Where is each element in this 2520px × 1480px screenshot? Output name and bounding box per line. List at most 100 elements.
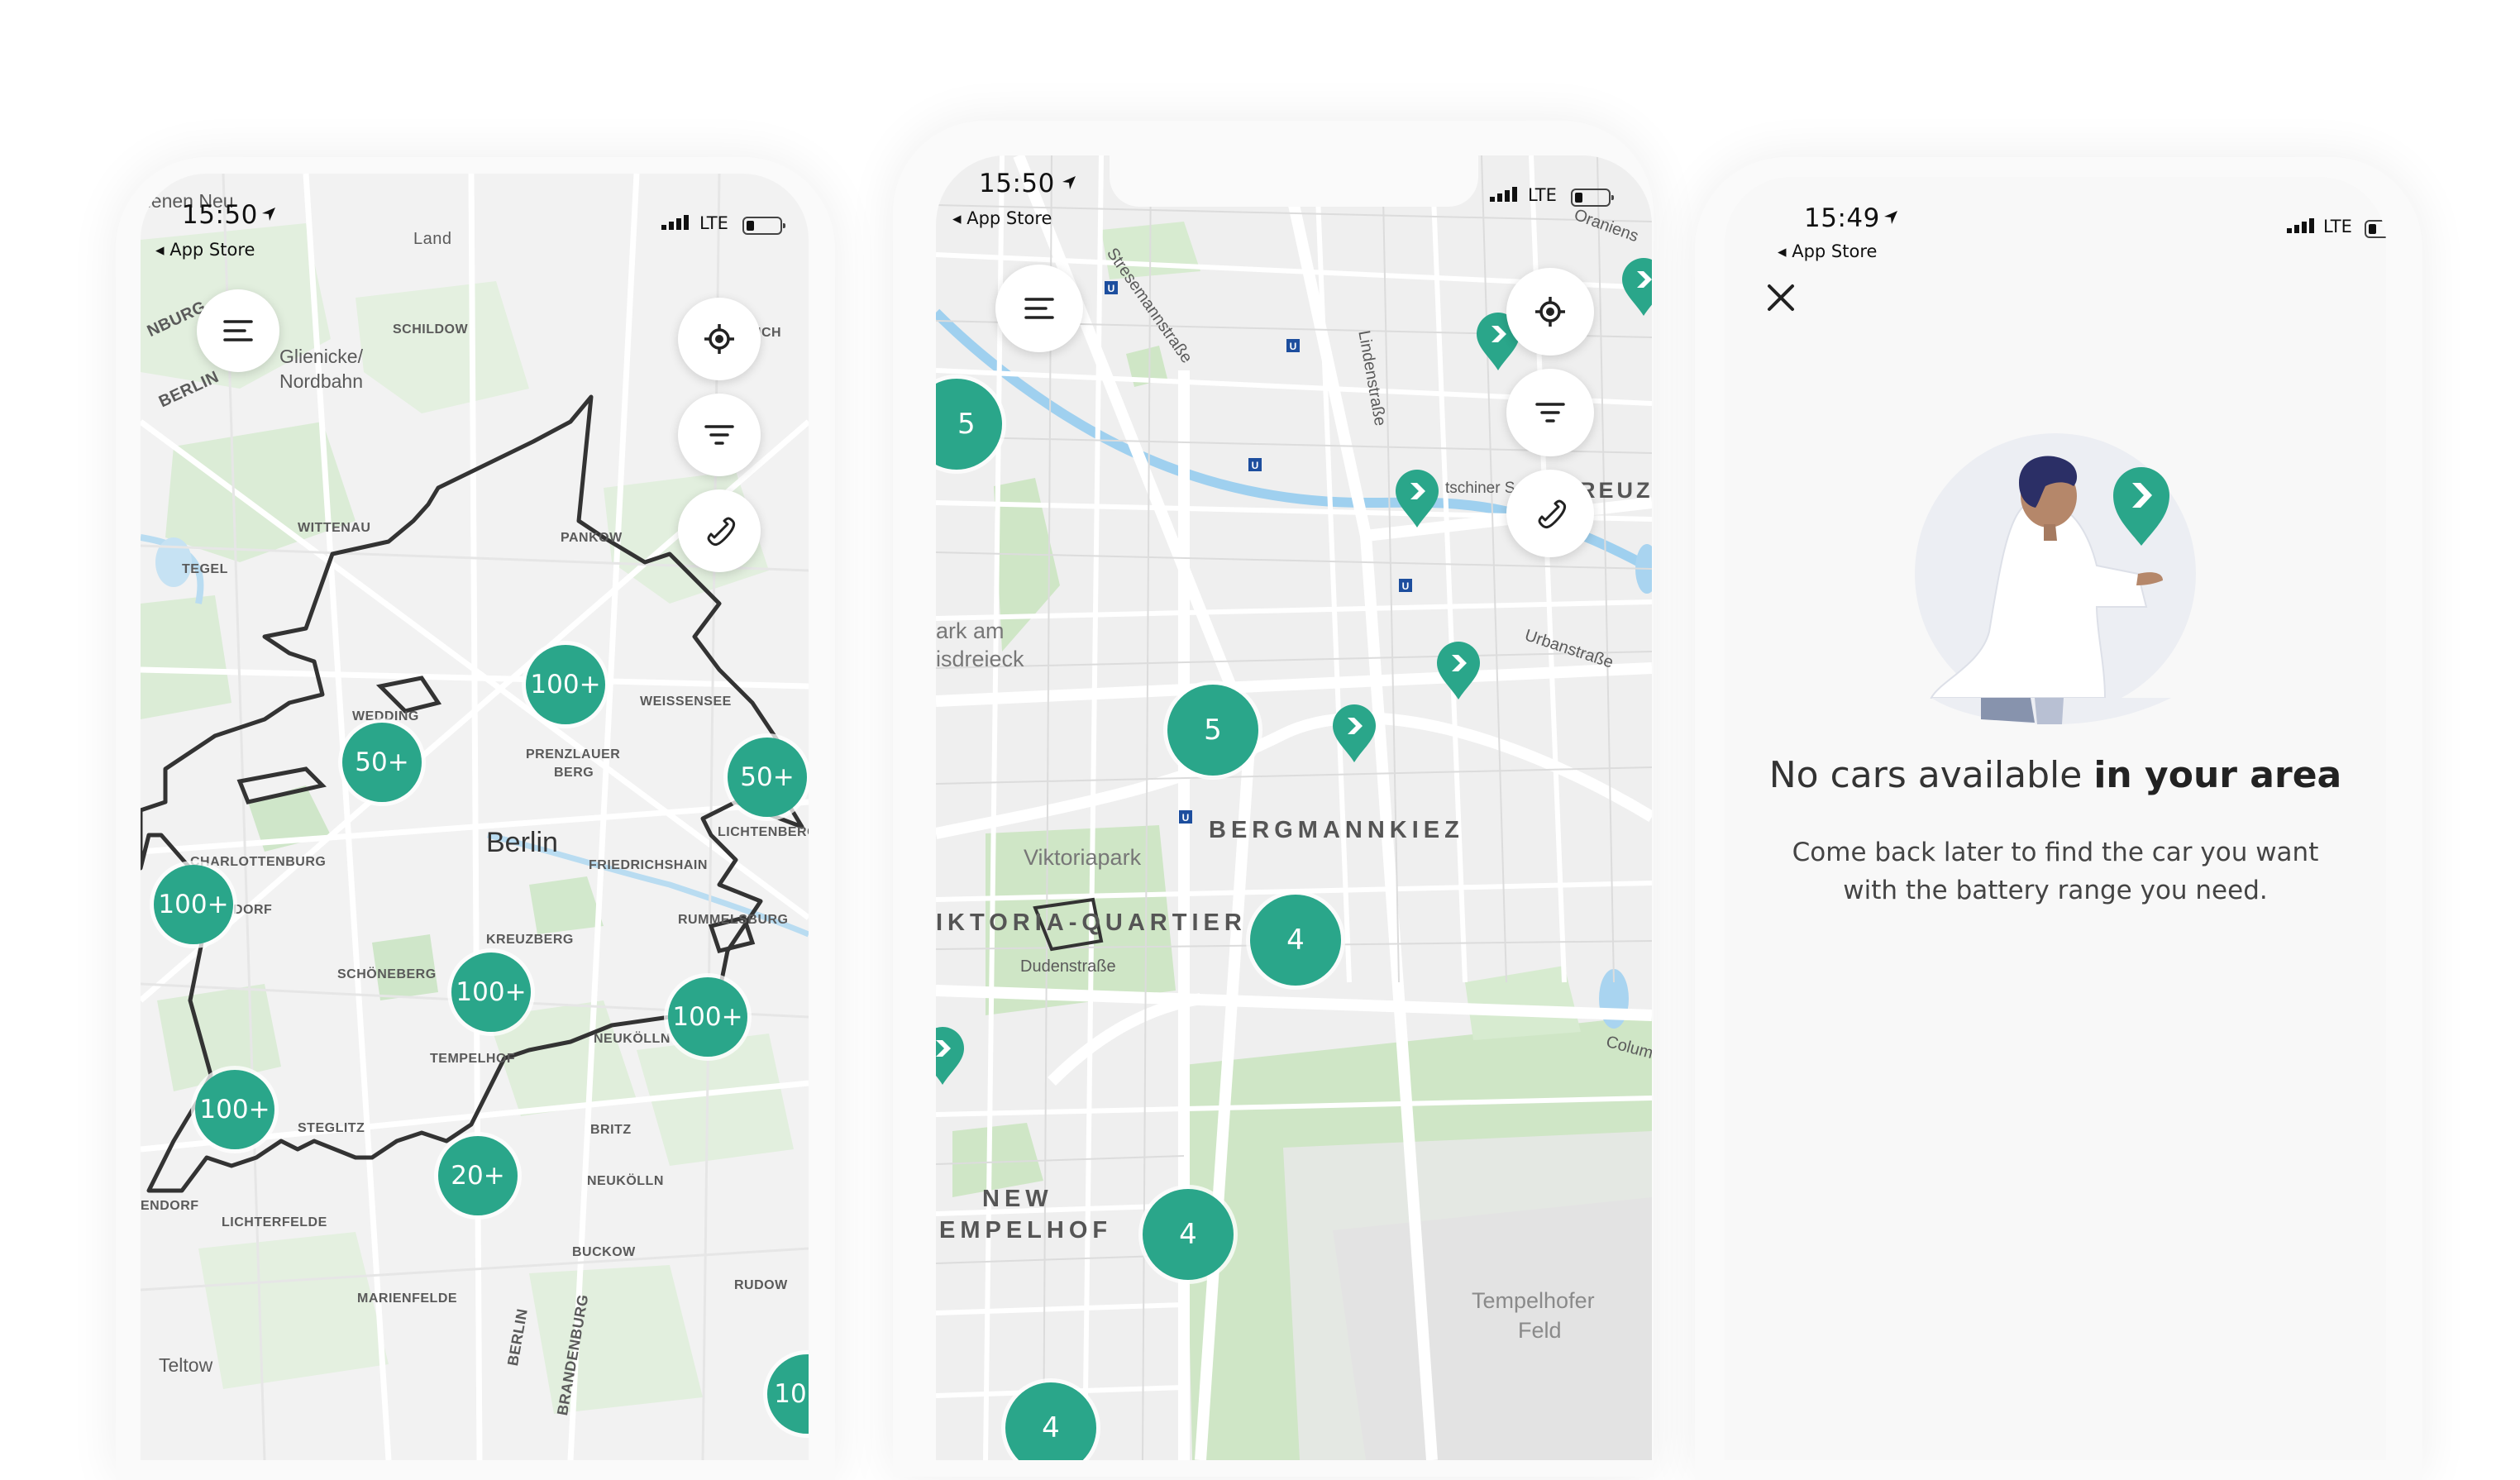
map-label-glienicke: Glienicke/ (279, 346, 363, 367)
status-time: 15:50 (182, 200, 258, 230)
status-bar: 15:50 ◂ App Store LTE (936, 155, 1652, 246)
signal-icon (1490, 187, 1517, 202)
locate-icon (704, 324, 734, 354)
svg-text:U: U (1290, 341, 1297, 352)
back-to-app-store[interactable]: ◂ App Store (1778, 241, 1877, 261)
svg-text:U: U (1252, 460, 1259, 471)
car-cluster[interactable]: 100+ (668, 977, 747, 1057)
car-cluster[interactable]: 100+ (154, 865, 233, 944)
status-bar: 15:50 ◂ App Store LTE (141, 174, 809, 265)
map-label-tempelhof: TEMPELHOF (430, 1052, 516, 1066)
filter-icon (704, 425, 734, 445)
back-to-app-store[interactable]: ◂ App Store (952, 208, 1052, 228)
back-to-app-store[interactable]: ◂ App Store (155, 240, 255, 260)
map-label-friedrichshain: FRIEDRICHSHAIN (589, 858, 708, 872)
svg-text:U: U (1402, 580, 1410, 592)
empty-state-message: Come back later to find the car you want… (1792, 838, 2319, 905)
battery-icon (1571, 189, 1614, 207)
menu-icon (1024, 298, 1054, 319)
svg-text:U: U (1182, 812, 1190, 824)
car-pin-icon[interactable] (1331, 703, 1377, 764)
car-pin-icon[interactable] (1394, 468, 1440, 529)
call-support-button[interactable] (678, 489, 761, 572)
map-label-dorf: DORF (233, 903, 273, 917)
map-label-neukoelln-south: NEUKÖLLN (587, 1174, 664, 1188)
map-label-wittenau: WITTENAU (298, 521, 371, 535)
signal-icon (661, 215, 689, 230)
map-label-buckow: BUCKOW (572, 1245, 636, 1259)
network-type: LTE (699, 213, 728, 233)
no-cars-screen: 15:49 ◂ App Store LTE No cars available … (1725, 177, 2386, 1460)
location-arrow-icon (1062, 176, 1076, 189)
filter-icon (1535, 403, 1565, 423)
car-cluster[interactable]: 100+ (195, 1070, 274, 1149)
car-pin-icon[interactable] (1435, 640, 1482, 701)
empty-state-title-bold: in your area (2093, 754, 2342, 796)
car-cluster[interactable]: 4 (1143, 1189, 1234, 1280)
battery-icon (2365, 220, 2386, 238)
locate-icon (1535, 297, 1565, 327)
map-label-lichtenberg: LICHTENBERG (718, 825, 809, 839)
network-type: LTE (1528, 185, 1557, 205)
status-time: 15:49 (1804, 203, 1880, 233)
car-cluster[interactable]: 5 (1167, 685, 1258, 776)
area-tempelhof: EMPELHOF (939, 1217, 1113, 1244)
car-pin-icon[interactable] (936, 1025, 966, 1086)
area-viktoria-quartier: IKTORIA-QUARTIER (936, 909, 1247, 936)
map-label-berg: BERG (554, 766, 594, 780)
park-label-1: ark am (936, 618, 1005, 643)
park-label-2: isdreieck (936, 647, 1024, 671)
map-label-lichterfelde: LICHTERFELDE (222, 1215, 327, 1229)
menu-icon (223, 320, 253, 341)
street-skalitzer: tschiner S (1445, 480, 1515, 497)
map-label-marienfelde: MARIENFELDE (357, 1291, 458, 1306)
map-label-prenzlauer: PRENZLAUER (526, 747, 621, 761)
area-bergmannkiez: BERGMANNKIEZ (1209, 817, 1464, 843)
status-time: 15:50 (979, 169, 1055, 198)
car-cluster[interactable]: 100+ (526, 645, 605, 724)
field-label-1: Tempelhofer (1472, 1288, 1595, 1313)
svg-text:U: U (1108, 283, 1115, 294)
car-pin-icon[interactable] (1620, 256, 1652, 317)
call-support-button[interactable] (1506, 470, 1594, 557)
map-label-teltow: Teltow (159, 1354, 213, 1376)
signal-icon (2287, 218, 2314, 233)
car-cluster[interactable]: 100+ (451, 952, 531, 1032)
battery-icon (742, 217, 785, 235)
locate-me-button[interactable] (678, 298, 761, 380)
street-dudenstrasse: Dudenstraße (1020, 957, 1116, 976)
map-label-tegel: TEGEL (182, 562, 228, 576)
map-label-schoeneberg: SCHÖNEBERG (337, 967, 437, 981)
phone-icon (707, 517, 736, 547)
empty-state-title: No cars available in your area (1725, 754, 2386, 796)
map-label-rudow: RUDOW (734, 1278, 788, 1292)
menu-button[interactable] (197, 289, 279, 372)
car-cluster[interactable]: 50+ (342, 723, 422, 802)
area-new-label: NEW (982, 1186, 1053, 1212)
menu-button[interactable] (995, 265, 1083, 352)
map-label-britz: BRITZ (590, 1123, 632, 1137)
park-viktoriapark: Viktoriapark (1024, 845, 1142, 870)
map-overview-screen: uenen Neu Land NBURG BERLIN SCHILDOW Gli… (141, 174, 809, 1460)
no-cars-illustration (1915, 433, 2196, 724)
status-bar: 15:49 ◂ App Store LTE (1725, 177, 2386, 268)
map-label-nordbahn: Nordbahn (279, 370, 364, 392)
empty-state-title-regular: No cars available (1768, 754, 2094, 796)
map-label-rummelsburg: RUMMELSBURG (678, 913, 789, 927)
map-label-endorf: ENDORF (141, 1199, 199, 1213)
network-type: LTE (2323, 217, 2352, 236)
phone-icon (1538, 499, 1567, 529)
locate-me-button[interactable] (1506, 268, 1594, 356)
car-cluster[interactable]: 4 (1250, 895, 1341, 986)
car-cluster[interactable]: 50+ (728, 738, 807, 817)
map-label-berlin: Berlin (486, 827, 558, 858)
filter-button[interactable] (678, 394, 761, 476)
map-label-pankow: PANKOW (561, 531, 623, 545)
map-label-steglitz: STEGLITZ (298, 1121, 365, 1135)
map-label-ich: ICH (757, 326, 782, 340)
map-label-kreuzberg: KREUZBERG (486, 933, 574, 947)
close-icon[interactable] (1766, 283, 1796, 313)
car-cluster[interactable]: 20+ (438, 1136, 518, 1215)
map-label-neukoelln: NEUKÖLLN (594, 1032, 671, 1046)
filter-button[interactable] (1506, 369, 1594, 456)
